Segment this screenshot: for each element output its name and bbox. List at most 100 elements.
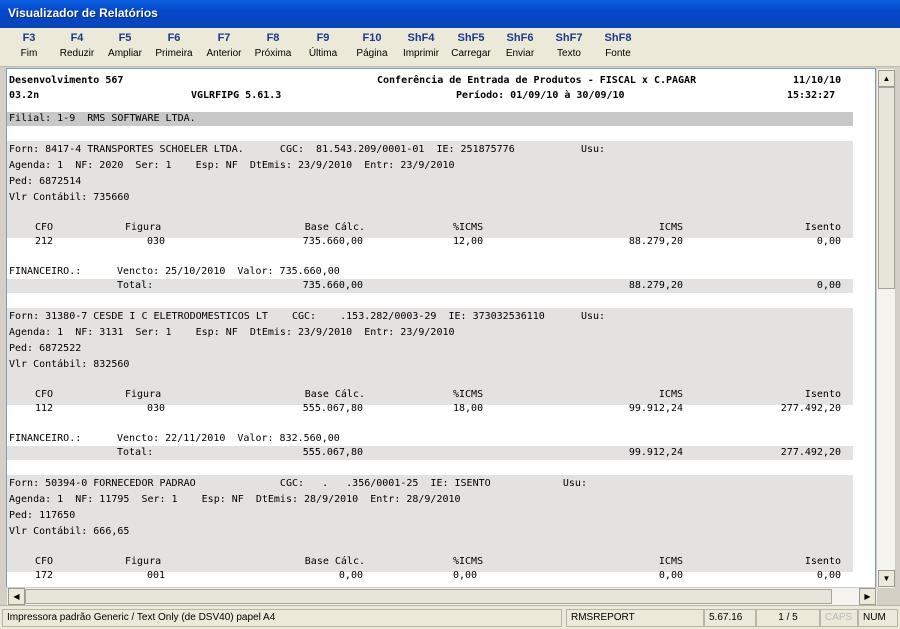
financeiro-label: FINANCEIRO.: bbox=[9, 266, 82, 277]
button-label: Reduzir bbox=[59, 48, 95, 59]
toolbar-button-enviar[interactable]: ShF6 Enviar bbox=[496, 32, 544, 59]
total-label: Total: bbox=[117, 447, 154, 458]
report-company: Desenvolvimento 567 bbox=[9, 75, 124, 86]
financeiro-line: Vencto: 22/11/2010 Valor: 832.560,00 bbox=[117, 433, 340, 444]
supplier-line: Forn: 8417-4 TRANSPORTES SCHOELER LTDA. … bbox=[9, 144, 606, 155]
report-period: Período: 01/09/10 à 30/09/10 bbox=[456, 90, 625, 101]
button-label: Primeira bbox=[155, 48, 193, 59]
status-version: 5.67.16 bbox=[704, 609, 756, 627]
financeiro-label: FINANCEIRO.: bbox=[9, 433, 82, 444]
vertical-scrollbar[interactable]: ▲ ▼ bbox=[876, 68, 896, 589]
col-isento-header: Isento bbox=[804, 222, 841, 233]
report-date: 11/10/10 bbox=[793, 75, 842, 86]
toolbar-button-carregar[interactable]: ShF5 Carregar bbox=[447, 32, 495, 59]
status-printer: Impressora padrão Generic / Text Only (d… bbox=[2, 609, 562, 627]
toolbar-button-texto[interactable]: ShF7 Texto bbox=[545, 32, 593, 59]
col-base-header: Base Cálc. bbox=[304, 222, 365, 233]
report-time: 15:32:27 bbox=[787, 90, 836, 101]
total-isento: 0,00 bbox=[816, 280, 841, 291]
button-label: Fim bbox=[20, 48, 38, 59]
horizontal-scrollbar[interactable]: ◀ ▶ bbox=[6, 587, 878, 606]
row-pct: 12,00 bbox=[453, 236, 484, 247]
report-view[interactable]: Desenvolvimento 567 03.2n VGLRFIPG 5.61.… bbox=[6, 68, 876, 589]
accounting-value-line: Vlr Contábil: 735660 bbox=[9, 192, 130, 203]
shortcut-key: ShF7 bbox=[555, 32, 583, 44]
col-cfo-header: CFO bbox=[35, 389, 54, 400]
col-figura-header: Figura bbox=[125, 389, 162, 400]
shortcut-key: F3 bbox=[22, 32, 36, 44]
col-figura-header: Figura bbox=[125, 556, 162, 567]
toolbar-button-reduzir[interactable]: F4 Reduzir bbox=[53, 32, 101, 59]
total-base: 555.067,80 bbox=[302, 447, 363, 458]
filial-label: Filial: 1-9 RMS SOFTWARE LTDA. bbox=[9, 113, 196, 124]
shortcut-key: ShF8 bbox=[604, 32, 632, 44]
status-app: RMSREPORT bbox=[566, 609, 704, 627]
button-label: Imprimir bbox=[402, 48, 440, 59]
accounting-value-line: Vlr Contábil: 832560 bbox=[9, 359, 130, 370]
window-title: Visualizador de Relatórios bbox=[8, 6, 158, 20]
shortcut-key: F4 bbox=[70, 32, 84, 44]
row-pct: 18,00 bbox=[453, 403, 484, 414]
shortcut-key: F6 bbox=[167, 32, 181, 44]
row-icms: 88.279,20 bbox=[628, 236, 683, 247]
order-line: Ped: 117650 bbox=[9, 510, 76, 521]
shortcut-key: ShF6 bbox=[506, 32, 534, 44]
row-isento: 277.492,20 bbox=[780, 403, 841, 414]
button-label: Página bbox=[356, 48, 388, 59]
financeiro-line: Vencto: 25/10/2010 Valor: 735.660,00 bbox=[117, 266, 340, 277]
title-bar[interactable]: Visualizador de Relatórios bbox=[0, 0, 900, 28]
agenda-line: Agenda: 1 NF: 3131 Ser: 1 Esp: NF DtEmis… bbox=[9, 327, 455, 338]
report-program: VGLRFIPG 5.61.3 bbox=[191, 90, 282, 101]
col-pct-header: %ICMS bbox=[453, 389, 484, 400]
col-base-header: Base Cálc. bbox=[304, 556, 365, 567]
toolbar-button-fonte[interactable]: ShF8 Fonte bbox=[594, 32, 642, 59]
scroll-left-icon[interactable]: ◀ bbox=[8, 588, 25, 605]
button-label: Texto bbox=[557, 48, 581, 59]
scroll-right-icon[interactable]: ▶ bbox=[859, 588, 876, 605]
toolbar-button-ultima[interactable]: F9 Última bbox=[299, 32, 347, 59]
status-caps: CAPS bbox=[820, 609, 858, 627]
toolbar-button-imprimir[interactable]: ShF4 Imprimir bbox=[397, 32, 445, 59]
toolbar-button-proxima[interactable]: F8 Próxima bbox=[249, 32, 297, 59]
toolbar-button-primeira[interactable]: F6 Primeira bbox=[150, 32, 198, 59]
shortcut-key: F10 bbox=[362, 32, 382, 44]
row-cfo: 112 bbox=[35, 403, 54, 414]
col-pct-header: %ICMS bbox=[453, 222, 484, 233]
button-label: Enviar bbox=[505, 48, 535, 59]
toolbar-button-anterior[interactable]: F7 Anterior bbox=[200, 32, 248, 59]
shortcut-key: F7 bbox=[217, 32, 231, 44]
toolbar-button-pagina[interactable]: F10 Página bbox=[348, 32, 396, 59]
total-icms: 99.912,24 bbox=[628, 447, 683, 458]
row-figura: 030 bbox=[147, 236, 166, 247]
row-cfo: 172 bbox=[35, 570, 54, 581]
toolbar-button-fim[interactable]: F3 Fim bbox=[5, 32, 53, 59]
scroll-down-icon[interactable]: ▼ bbox=[878, 570, 895, 587]
shortcut-key: F5 bbox=[118, 32, 132, 44]
row-cfo: 212 bbox=[35, 236, 54, 247]
order-line: Ped: 6872522 bbox=[9, 343, 82, 354]
toolbar-button-ampliar[interactable]: F5 Ampliar bbox=[101, 32, 149, 59]
toolbar: F3 Fim F4 Reduzir F5 Ampliar F6 Primeira F7 A… bbox=[0, 28, 900, 67]
row-icms: 0,00 bbox=[658, 570, 683, 581]
row-pct: 0,00 bbox=[453, 570, 478, 581]
col-icms-header: ICMS bbox=[658, 389, 683, 400]
col-cfo-header: CFO bbox=[35, 222, 54, 233]
col-base-header: Base Cálc. bbox=[304, 389, 365, 400]
row-base: 555.067,80 bbox=[302, 403, 363, 414]
row-figura: 030 bbox=[147, 403, 166, 414]
button-label: Ampliar bbox=[108, 48, 142, 59]
row-base: 0,00 bbox=[338, 570, 363, 581]
status-num: NUM bbox=[858, 609, 898, 627]
button-label: Fonte bbox=[605, 48, 631, 59]
total-label: Total: bbox=[117, 280, 154, 291]
scroll-up-icon[interactable]: ▲ bbox=[878, 70, 895, 87]
scroll-thumb[interactable] bbox=[878, 87, 895, 289]
shortcut-key: F9 bbox=[316, 32, 330, 44]
shortcut-key: ShF4 bbox=[407, 32, 435, 44]
accounting-value-line: Vlr Contábil: 666,65 bbox=[9, 526, 130, 537]
shortcut-key: ShF5 bbox=[457, 32, 485, 44]
scroll-thumb[interactable] bbox=[25, 589, 832, 604]
row-isento: 0,00 bbox=[816, 570, 841, 581]
agenda-line: Agenda: 1 NF: 2020 Ser: 1 Esp: NF DtEmis… bbox=[9, 160, 455, 171]
total-base: 735.660,00 bbox=[302, 280, 363, 291]
